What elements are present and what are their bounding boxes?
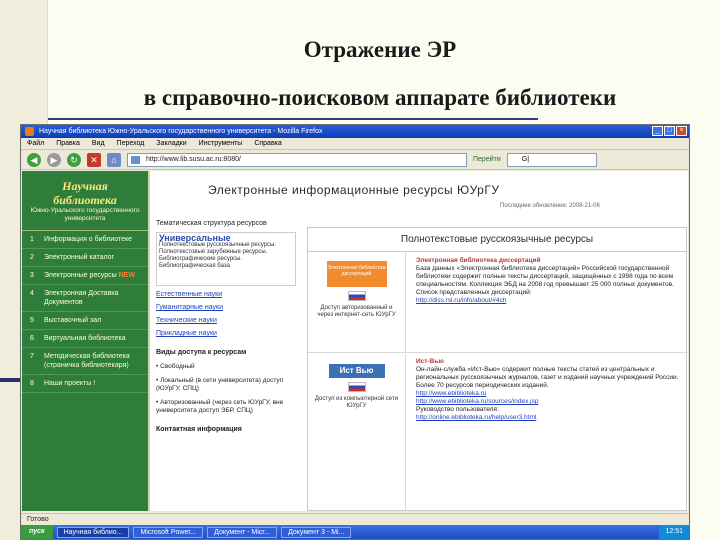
resource-list-label: Список представленных диссертаций: xyxy=(416,289,532,296)
sidebar-item-exhibition[interactable]: 5 Выставочный зал xyxy=(22,312,148,330)
menu-help[interactable]: Справка xyxy=(254,138,281,149)
resources-table-header: Полнотекстовые русскоязычные ресурсы xyxy=(308,228,686,252)
sidebar-item-catalog[interactable]: 2 Электронный каталог xyxy=(22,249,148,267)
access-local[interactable]: • Локальный (в сети университета) доступ… xyxy=(156,377,296,393)
page-header: Электронные информационные ресурсы ЮУрГУ… xyxy=(150,171,688,211)
universal-text: Полнотекстовые русскоязычные ресурсы. По… xyxy=(159,242,276,269)
library-sidebar: Научная библиотека Южно-Уральского госуд… xyxy=(22,171,150,511)
russian-flag-icon xyxy=(347,291,366,301)
task-button[interactable]: Microsoft Power... xyxy=(133,526,204,538)
access-note: Доступ авторизованный и через интернет-с… xyxy=(317,305,396,318)
go-button[interactable]: Перейти xyxy=(473,156,501,163)
new-badge: NEW xyxy=(118,272,135,279)
status-bar: Готово xyxy=(21,513,689,525)
resource-link[interactable]: http://online.ebiblioteka.ru/help/user3.… xyxy=(416,414,680,422)
menu-bar: Файл Правка Вид Переход Закладки Инструм… xyxy=(21,138,689,150)
link-applied[interactable]: Прикладные науки xyxy=(156,329,296,338)
link-humanities[interactable]: Гуманитарные науки xyxy=(156,303,296,312)
table-row: Ист Вью Доступ из компьютерной сети ЮУрГ… xyxy=(308,354,688,511)
slide-title-line-1: Отражение ЭР xyxy=(303,37,457,62)
link-technical[interactable]: Технические науки xyxy=(156,316,296,325)
access-heading: Виды доступа к ресурсам xyxy=(156,349,247,356)
table-row: Электронная библиотека диссертаций Досту… xyxy=(308,253,688,353)
window-title: Научная библиотека Южно-Уральского госуд… xyxy=(39,128,323,135)
ebd-logo[interactable]: Электронная библиотека диссертаций xyxy=(326,261,387,287)
sidebar-item-projects[interactable]: 8 Наши проекты ! xyxy=(22,375,148,393)
structure-label: Тематическая структура ресурсов xyxy=(156,220,267,227)
search-input[interactable]: G| xyxy=(506,152,597,167)
home-icon[interactable]: ⌂ xyxy=(107,152,121,167)
sidebar-item-eresources[interactable]: 3 Электронные ресурсы NEW xyxy=(22,267,148,285)
sidebar-item-delivery[interactable]: 4 Электронная Доставка Документов xyxy=(22,285,148,312)
access-note: Доступ из компьютерной сети ЮУрГУ xyxy=(314,396,399,409)
contact-heading[interactable]: Контактная информация xyxy=(156,425,296,434)
universal-heading: Универсальные xyxy=(159,233,231,243)
library-logo[interactable]: Научная библиотека Южно-Уральского госуд… xyxy=(22,171,148,231)
window-titlebar: Научная библиотека Южно-Уральского госуд… xyxy=(21,125,689,138)
link-natural[interactable]: Естественные науки xyxy=(156,290,296,299)
logo-title-1: Научная xyxy=(62,179,108,193)
sidebar-item-virtual[interactable]: 6 Виртуальная библиотека xyxy=(22,330,148,348)
resource-link[interactable]: http://www.ebiblioteka.ru/sources/index.… xyxy=(416,398,680,406)
clock: 12:51 xyxy=(659,525,689,539)
forward-arrow-icon[interactable]: ▶ xyxy=(47,152,61,167)
close-icon[interactable]: × xyxy=(676,126,687,136)
eastview-logo[interactable]: Ист Вью xyxy=(328,364,385,378)
resource-logo-cell: Электронная библиотека диссертаций Досту… xyxy=(308,253,406,352)
menu-go[interactable]: Переход xyxy=(117,138,145,149)
russian-flag-icon xyxy=(347,382,366,392)
resource-title[interactable]: Ист-Вью xyxy=(416,358,680,366)
access-free[interactable]: • Свободный xyxy=(156,363,296,371)
resource-logo-cell: Ист Вью Доступ из компьютерной сети ЮУрГ… xyxy=(308,354,406,511)
task-button[interactable]: Научная библио... xyxy=(56,526,130,538)
menu-view[interactable]: Вид xyxy=(92,138,105,149)
task-button[interactable]: Документ - Micr... xyxy=(207,526,278,538)
maximize-icon[interactable]: □ xyxy=(664,126,675,136)
structure-column: Тематическая структура ресурсов Универса… xyxy=(152,217,300,511)
resource-description: База данных «Электронная библиотека дисс… xyxy=(416,265,674,288)
access-authorized[interactable]: • Авторизованный (через сеть ЮУрГУ, вне … xyxy=(156,399,296,415)
resource-title[interactable]: Электронная библиотека диссертаций xyxy=(416,257,680,265)
navigation-toolbar: ◀ ▶ ↻ ✕ ⌂ http://www.lib.susu.ac.ru:8080… xyxy=(21,150,689,170)
logo-title-2: библиотека xyxy=(53,193,117,207)
slide-title-line-2: в справочно-поисковом аппарате библиотек… xyxy=(143,85,617,110)
page-title: Электронные информационные ресурсы ЮУрГУ xyxy=(208,183,500,197)
resource-description-cell: Электронная библиотека диссертаций База … xyxy=(410,253,686,352)
resource-link[interactable]: http://www.ebiblioteka.ru xyxy=(416,390,680,398)
stop-icon[interactable]: ✕ xyxy=(87,152,101,167)
guide-label: Руководство пользователя: xyxy=(416,406,499,413)
firefox-icon xyxy=(25,127,34,136)
resource-description: Он-лайн-служба «Ист-Вью» содержит полные… xyxy=(416,366,679,389)
windows-taskbar: пуск Научная библио... Microsoft Power..… xyxy=(21,525,689,539)
sidebar-item-info[interactable]: 1 Информация о библиотеке xyxy=(22,231,148,249)
page-content: Научная библиотека Южно-Уральского госуд… xyxy=(22,171,688,511)
task-button[interactable]: Документ 3 - Mi... xyxy=(281,526,352,538)
resource-description-cell: Ист-Вью Он-лайн-служба «Ист-Вью» содержи… xyxy=(410,354,686,511)
address-bar[interactable]: http://www.lib.susu.ac.ru:8080/ xyxy=(127,152,467,167)
slide-title: Отражение ЭР в справочно-поисковом аппар… xyxy=(60,26,700,122)
resources-table: Полнотекстовые русскоязычные ресурсы Эле… xyxy=(307,227,688,511)
menu-tools[interactable]: Инструменты xyxy=(199,138,243,149)
resource-link[interactable]: http://diss.rsl.ru/info/about/#4ch xyxy=(416,297,680,305)
universal-box[interactable]: Универсальные Полнотекстовые русскоязычн… xyxy=(156,232,296,286)
menu-edit[interactable]: Правка xyxy=(56,138,80,149)
updated-date: Последнее обновление: 2008-21-06 xyxy=(500,203,600,209)
minimize-icon[interactable]: _ xyxy=(652,126,663,136)
menu-file[interactable]: Файл xyxy=(27,138,44,149)
browser-window: Научная библиотека Южно-Уральского госуд… xyxy=(20,124,690,540)
reload-icon[interactable]: ↻ xyxy=(67,152,81,167)
back-arrow-icon[interactable]: ◀ xyxy=(27,152,41,167)
menu-bookmarks[interactable]: Закладки xyxy=(156,138,186,149)
start-button[interactable]: пуск xyxy=(21,525,53,539)
title-underline xyxy=(48,118,538,120)
sidebar-item-methodical[interactable]: 7 Методическая библиотека (страничка библ… xyxy=(22,348,148,375)
logo-subtitle: Южно-Уральского государственного универс… xyxy=(30,207,140,222)
